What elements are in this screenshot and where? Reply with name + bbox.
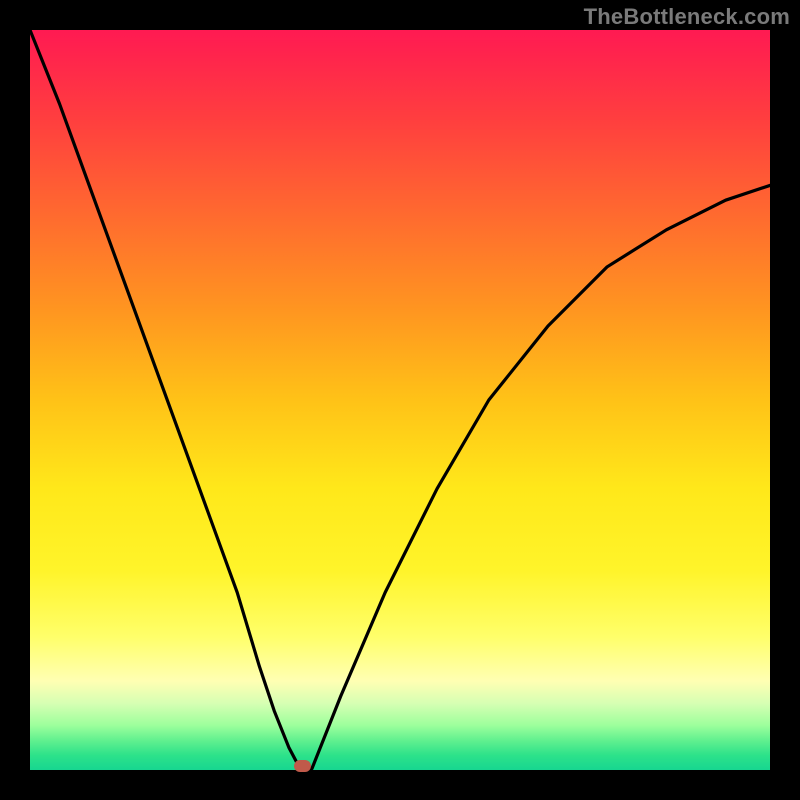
curve-svg	[30, 30, 770, 770]
chart-frame: TheBottleneck.com	[0, 0, 800, 800]
bottleneck-curve	[30, 30, 770, 769]
plot-area	[30, 30, 770, 770]
watermark-text: TheBottleneck.com	[584, 4, 790, 30]
optimum-marker	[294, 760, 311, 772]
